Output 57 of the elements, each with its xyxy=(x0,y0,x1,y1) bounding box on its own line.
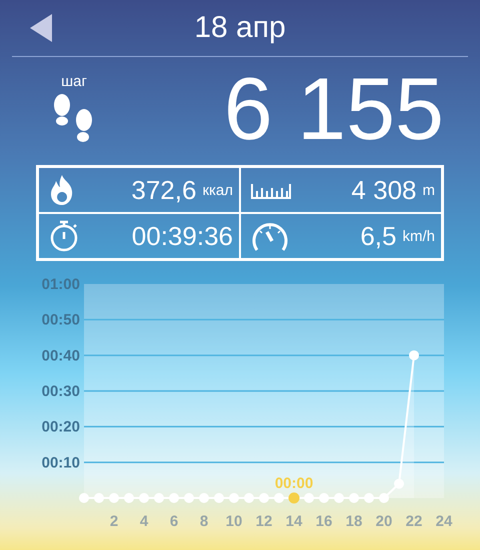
unit-label: ккал xyxy=(202,182,233,198)
data-point[interactable] xyxy=(304,493,314,503)
selected-point[interactable] xyxy=(288,492,300,504)
y-axis-label: 00:30 xyxy=(42,383,80,400)
unit-label: m xyxy=(422,182,435,198)
step-count: 6 155 xyxy=(224,65,444,153)
flame-icon xyxy=(49,175,75,205)
x-axis-label: 18 xyxy=(346,513,362,530)
x-axis-label: 6 xyxy=(170,513,178,530)
date-title: 18 апр xyxy=(193,11,287,45)
x-axis-label: 16 xyxy=(316,513,332,530)
data-point[interactable] xyxy=(199,493,209,503)
x-axis-label: 20 xyxy=(376,513,392,530)
data-point[interactable] xyxy=(124,493,134,503)
y-axis-label: 00:50 xyxy=(42,312,80,329)
data-point[interactable] xyxy=(214,493,224,503)
y-axis-label: 00:10 xyxy=(42,454,80,472)
data-point[interactable] xyxy=(94,493,104,503)
x-axis-label: 10 xyxy=(226,513,242,530)
x-axis-label: 2 xyxy=(110,513,118,530)
point-value-label: 00:00 xyxy=(274,475,314,492)
x-axis-label: 4 xyxy=(140,513,148,530)
x-axis-label: 14 xyxy=(286,513,302,530)
data-point[interactable] xyxy=(349,493,359,503)
x-axis-label: 12 xyxy=(256,513,272,530)
data-point[interactable] xyxy=(169,493,179,503)
data-point[interactable] xyxy=(139,493,149,503)
x-axis-label: 8 xyxy=(200,513,208,530)
ruler-icon xyxy=(251,181,291,199)
data-point[interactable] xyxy=(364,493,374,503)
y-axis-label: 00:40 xyxy=(42,347,80,364)
data-point[interactable] xyxy=(394,478,404,489)
stat-value: 6,5 xyxy=(360,220,396,252)
stat-value: 4 308 xyxy=(351,174,416,206)
data-point[interactable] xyxy=(109,493,119,503)
data-point[interactable] xyxy=(259,493,269,503)
data-point[interactable] xyxy=(409,350,419,360)
data-point[interactable] xyxy=(154,493,164,503)
speedometer-icon xyxy=(251,220,289,252)
data-point[interactable] xyxy=(244,493,254,503)
steps-label: шаг xyxy=(61,72,87,90)
stat-value: 00:39:36 xyxy=(132,220,233,252)
data-point[interactable] xyxy=(334,493,344,503)
data-point[interactable] xyxy=(319,493,329,503)
data-point[interactable] xyxy=(79,493,89,503)
back-icon xyxy=(30,14,52,42)
unit-label: km/h xyxy=(402,228,435,244)
data-point[interactable] xyxy=(184,493,194,503)
y-axis-label: 00:20 xyxy=(42,418,80,436)
x-axis-label: 22 xyxy=(406,513,422,530)
stopwatch-icon xyxy=(49,220,79,252)
data-point[interactable] xyxy=(274,493,284,503)
x-axis-label: 24 xyxy=(436,513,452,530)
data-point[interactable] xyxy=(229,493,239,503)
data-point[interactable] xyxy=(379,493,389,503)
y-axis-label: 01:00 xyxy=(42,276,80,293)
stat-value: 372,6 xyxy=(131,174,196,206)
